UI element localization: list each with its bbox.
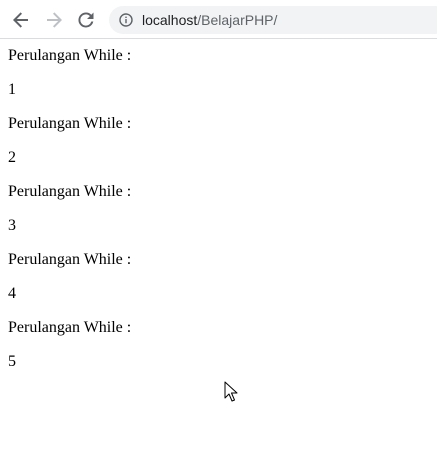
loop-value: 5 [8,353,16,370]
loop-label: Perulangan While : [8,115,132,132]
url-host: localhost [142,12,198,28]
browser-toolbar: localhost/BelajarPHP/ [0,0,437,39]
forward-button[interactable] [41,7,67,33]
loop-label: Perulangan While : [8,319,132,336]
loop-value: 3 [8,217,16,234]
loop-value: 2 [8,149,16,166]
reload-button[interactable] [73,7,99,33]
back-button[interactable] [8,7,34,33]
loop-label: Perulangan While : [8,47,132,64]
page-content: Perulangan While : 1 Perulangan While : … [8,46,131,386]
arrow-right-icon [47,12,62,28]
url-text[interactable]: localhost/BelajarPHP/ [142,11,277,29]
reload-icon [78,12,94,28]
url-path: /BelajarPHP/ [197,12,278,28]
loop-value: 4 [8,285,16,302]
arrow-left-icon [13,12,28,28]
mouse-pointer-icon [224,381,238,402]
info-icon[interactable] [119,13,133,27]
loop-label: Perulangan While : [8,251,132,268]
address-bar[interactable]: localhost/BelajarPHP/ [109,6,437,34]
loop-label: Perulangan While : [8,183,132,200]
loop-value: 1 [8,81,16,98]
